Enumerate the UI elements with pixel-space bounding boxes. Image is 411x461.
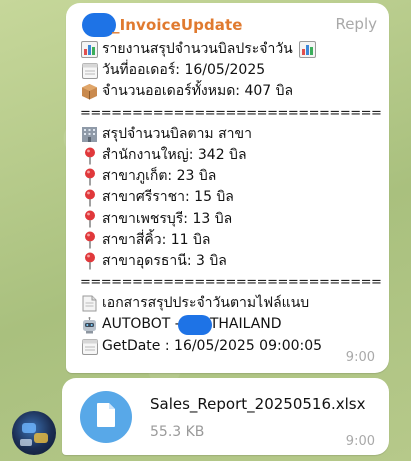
line-text: GetDate : 16/05/2025 09:00:05 — [102, 337, 323, 354]
message-line: AUTOBOT - THAILAND — [80, 314, 381, 336]
bar-chart-icon — [298, 41, 317, 59]
message-line: สาขาภูเก็ต: 23 บิล — [80, 166, 381, 187]
office-building-icon — [80, 126, 99, 143]
line-text: จำนวนออเดอร์ทั้งหมด: 407 บิล — [102, 83, 294, 100]
line-text: เอกสารสรุปประจำวันตามไฟล์แนบ — [102, 295, 310, 312]
line-text: รายงานสรุปจำนวนบิลประจำวัน — [102, 41, 293, 57]
message-line: GetDate : 16/05/2025 09:00:05 — [80, 336, 381, 357]
bar-chart-icon — [80, 41, 99, 59]
message-line: รายงานสรุปจำนวนบิลประจำวัน — [80, 39, 381, 60]
pin-icon — [80, 189, 99, 207]
line-text: สำนักงานใหญ่: 342 บิล — [102, 146, 247, 163]
document-icon — [80, 295, 99, 312]
reply-button[interactable]: Reply — [335, 15, 377, 33]
message-line: สาขาสี่คิ้ว: 11 บิล — [80, 230, 381, 251]
pin-icon — [80, 252, 99, 270]
message-line: จำนวนออเดอร์ทั้งหมด: 407 บิล — [80, 81, 381, 102]
separator-text: ============================== — [80, 275, 381, 291]
line-text: สาขาอุดรธานี: 3 บิล — [102, 252, 227, 269]
message-time: 9:00 — [345, 350, 375, 365]
file-name[interactable]: Sales_Report_20250516.xlsx — [150, 395, 366, 413]
line-text: สาขาเพชรบุรี: 13 บิล — [102, 210, 233, 227]
calendar-icon — [80, 62, 99, 80]
line-text: สาขาสี่คิ้ว: 11 บิล — [102, 231, 211, 248]
file-size: 55.3 KB — [150, 424, 205, 440]
line-text: สาขาศรีราชา: 15 บิล — [102, 189, 234, 206]
sender-row: _InvoiceUpdate Reply — [82, 13, 377, 37]
line-text: สรุปจำนวนบิลตาม สาขา — [102, 125, 252, 142]
pin-icon — [80, 210, 99, 228]
avatar[interactable] — [12, 411, 56, 455]
file-icon — [95, 402, 117, 432]
line-text: วันที่ออเดอร์: 16/05/2025 — [102, 62, 266, 79]
sender-redaction — [82, 13, 116, 37]
file-download-button[interactable] — [80, 391, 132, 443]
message-bubble-file[interactable]: Sales_Report_20250516.xlsx 55.3 KB 9:00 — [62, 378, 389, 455]
sender-name[interactable]: _InvoiceUpdate — [112, 16, 243, 34]
message-text: รายงานสรุปจำนวนบิลประจำวันวันที่ออเดอร์:… — [80, 39, 381, 357]
message-line: สาขาเพชรบุรี: 13 บิล — [80, 209, 381, 230]
separator-line: ============================== — [80, 103, 381, 124]
message-time: 9:00 — [345, 434, 375, 449]
robot-icon — [80, 316, 99, 334]
name-redaction — [177, 315, 212, 336]
line-text: AUTOBOT - — [102, 316, 180, 333]
message-line: สาขาศรีราชา: 15 บิล — [80, 187, 381, 208]
message-line: สรุปจำนวนบิลตาม สาขา — [80, 124, 381, 145]
pin-icon — [80, 231, 99, 249]
separator-line: ============================== — [80, 272, 381, 293]
package-icon — [80, 83, 99, 100]
message-line: สำนักงานใหญ่: 342 บิล — [80, 145, 381, 166]
line-text: THAILAND — [209, 316, 282, 333]
message-line: เอกสารสรุปประจำวันตามไฟล์แนบ — [80, 293, 381, 314]
separator-text: ============================== — [80, 105, 381, 121]
pin-icon — [80, 168, 99, 186]
message-line: สาขาอุดรธานี: 3 บิล — [80, 251, 381, 272]
pin-icon — [80, 147, 99, 165]
calendar-icon — [80, 338, 99, 355]
line-text: สาขาภูเก็ต: 23 บิล — [102, 168, 217, 185]
message-line: วันที่ออเดอร์: 16/05/2025 — [80, 60, 381, 81]
message-bubble-report[interactable]: _InvoiceUpdate Reply รายงานสรุปจำนวนบิลป… — [66, 3, 389, 373]
